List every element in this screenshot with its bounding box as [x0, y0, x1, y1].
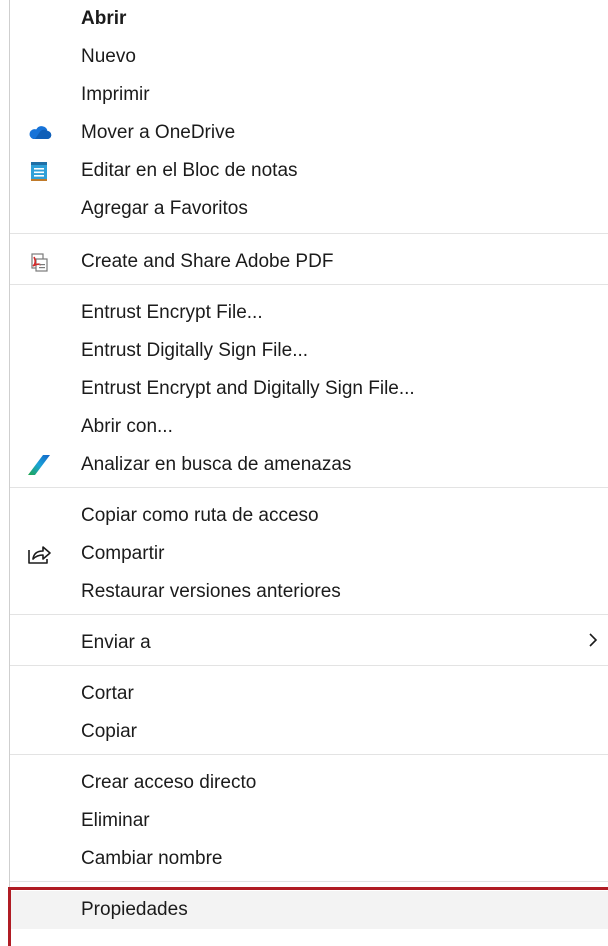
menu-item-label: Restaurar versiones anteriores [81, 581, 341, 602]
menu-item-entrust-sign[interactable]: Entrust Digitally Sign File... [10, 332, 608, 370]
menu-item-entrust-encrypt-sign[interactable]: Entrust Encrypt and Digitally Sign File.… [10, 370, 608, 408]
menu-item-crear-acceso-directo[interactable]: Crear acceso directo [10, 764, 608, 802]
menu-item-label: Abrir con... [81, 416, 173, 437]
menu-item-agregar-a-favoritos[interactable]: Agregar a Favoritos [10, 190, 608, 228]
menu-item-label: Eliminar [81, 810, 150, 831]
menu-item-propiedades[interactable]: Propiedades [10, 891, 608, 929]
menu-item-imprimir[interactable]: Imprimir [10, 76, 608, 114]
chevron-right-icon [589, 633, 598, 647]
menu-item-label: Analizar en busca de amenazas [81, 454, 352, 475]
menu-item-label: Compartir [81, 543, 165, 564]
menu-item-label: Imprimir [81, 84, 150, 105]
menu-separator [10, 614, 608, 615]
defender-scan-icon [28, 455, 50, 475]
adobe-pdf-icon [31, 253, 48, 272]
menu-item-abrir[interactable]: Abrir [10, 0, 608, 38]
menu-item-label: Cambiar nombre [81, 848, 223, 869]
menu-item-label: Entrust Encrypt File... [81, 302, 263, 323]
menu-separator [10, 487, 608, 488]
menu-item-label: Propiedades [81, 899, 188, 920]
share-icon [28, 546, 51, 564]
menu-separator [10, 881, 608, 882]
menu-separator [10, 284, 608, 285]
menu-item-label: Agregar a Favoritos [81, 198, 248, 219]
menu-item-adobe-pdf[interactable]: Create and Share Adobe PDF [10, 243, 608, 281]
menu-item-entrust-encrypt[interactable]: Entrust Encrypt File... [10, 294, 608, 332]
menu-item-label: Crear acceso directo [81, 772, 257, 793]
onedrive-cloud-icon [29, 126, 52, 140]
menu-item-bloc-de-notas[interactable]: Editar en el Bloc de notas [10, 152, 608, 190]
menu-item-restaurar-versiones[interactable]: Restaurar versiones anteriores [10, 573, 608, 611]
menu-item-label: Enviar a [81, 632, 151, 653]
menu-item-label: Mover a OneDrive [81, 122, 236, 143]
menu-item-cambiar-nombre[interactable]: Cambiar nombre [10, 840, 608, 878]
menu-item-label: Editar en el Bloc de notas [81, 160, 298, 181]
menu-item-cortar[interactable]: Cortar [10, 675, 608, 713]
menu-item-compartir[interactable]: Compartir [10, 535, 608, 573]
menu-item-label: Abrir [81, 8, 127, 29]
menu-item-label: Copiar [81, 721, 137, 742]
menu-item-label: Entrust Encrypt and Digitally Sign File.… [81, 378, 415, 399]
menu-item-label: Entrust Digitally Sign File... [81, 340, 309, 361]
menu-item-nuevo[interactable]: Nuevo [10, 38, 608, 76]
menu-separator [10, 665, 608, 666]
menu-separator [10, 754, 608, 755]
menu-item-copiar[interactable]: Copiar [10, 713, 608, 751]
menu-separator [10, 233, 608, 234]
menu-item-label: Copiar como ruta de acceso [81, 505, 319, 526]
menu-item-label: Create and Share Adobe PDF [81, 251, 334, 272]
menu-item-copiar-ruta[interactable]: Copiar como ruta de acceso [10, 497, 608, 535]
menu-item-analizar-amenazas[interactable]: Analizar en busca de amenazas [10, 446, 608, 484]
context-menu: Abrir Nuevo Imprimir Mover a OneDrive Ed… [9, 0, 608, 946]
menu-item-mover-a-onedrive[interactable]: Mover a OneDrive [10, 114, 608, 152]
menu-item-label: Nuevo [81, 46, 136, 67]
menu-item-eliminar[interactable]: Eliminar [10, 802, 608, 840]
notepad-icon [31, 162, 47, 181]
menu-item-enviar-a[interactable]: Enviar a [10, 624, 608, 662]
menu-item-abrir-con[interactable]: Abrir con... [10, 408, 608, 446]
menu-item-label: Cortar [81, 683, 134, 704]
